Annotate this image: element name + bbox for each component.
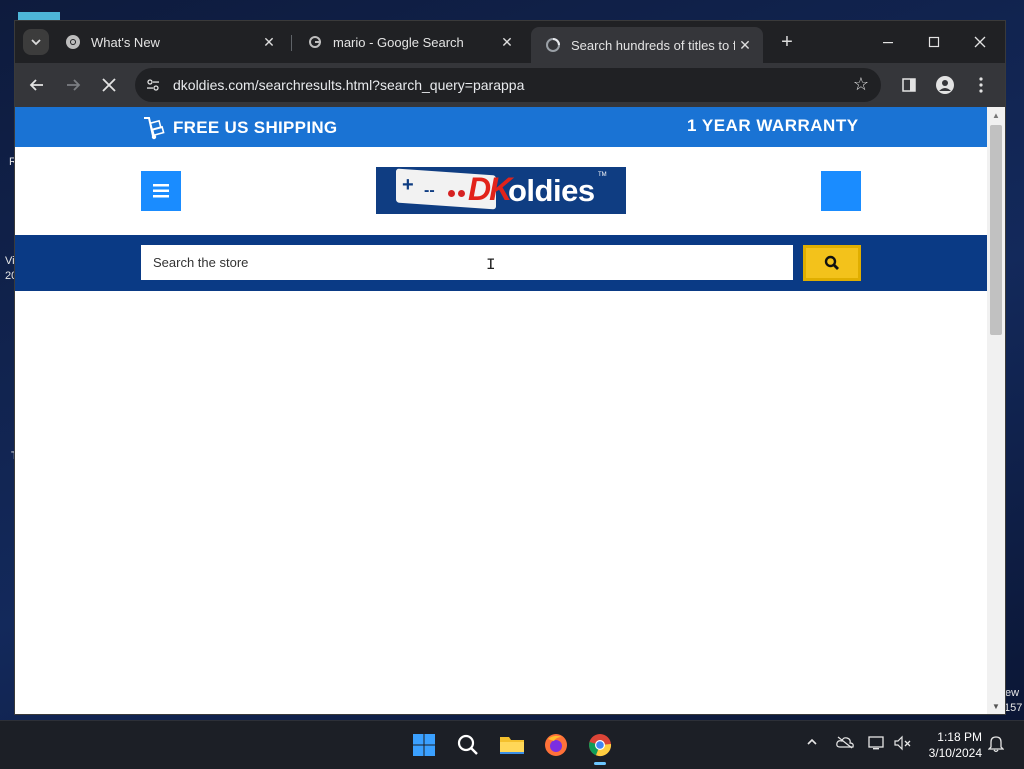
tab-whats-new[interactable]: What's New ✕ [51, 27, 287, 57]
logo-oldies: oldies [508, 173, 595, 208]
dkoldies-logo[interactable]: + -- DK oldies TM [376, 167, 626, 214]
tab-separator [291, 35, 292, 51]
chevron-up-icon[interactable] [806, 735, 818, 751]
free-shipping-text: FREE US SHIPPING [173, 118, 338, 137]
windows-start-icon[interactable] [407, 728, 441, 762]
profile-icon [936, 76, 954, 94]
tab-google-search[interactable]: mario - Google Search ✕ [293, 27, 525, 57]
address-bar[interactable]: dkoldies.com/searchresults.html?search_q… [135, 68, 881, 102]
close-icon [102, 78, 116, 92]
tab-search-button[interactable] [23, 29, 49, 55]
browser-toolbar: dkoldies.com/searchresults.html?search_q… [15, 63, 1005, 107]
free-shipping-banner: FREE US SHIPPING [141, 116, 337, 140]
clock-time: 1:18 PM [937, 730, 982, 744]
clock-date: 3/10/2024 [928, 746, 982, 760]
tab-strip: What's New ✕ mario - Google Search ✕ Sea… [15, 21, 1005, 63]
side-panel-button[interactable] [897, 73, 921, 97]
new-tab-button[interactable]: + [775, 31, 799, 54]
firefox-icon[interactable] [539, 728, 573, 762]
scrollbar-thumb[interactable] [990, 125, 1002, 335]
side-panel-icon [902, 78, 916, 92]
minimize-icon [883, 42, 893, 44]
more-vertical-icon [979, 77, 983, 93]
search-button[interactable] [803, 245, 861, 281]
warranty-text: 1 YEAR WARRANTY [687, 116, 859, 135]
logo-dk: DK [468, 171, 512, 207]
site-header: + -- DK oldies TM [15, 147, 987, 235]
desktop-label-fragment: ew [1005, 687, 1020, 699]
browser-window: What's New ✕ mario - Google Search ✕ Sea… [14, 20, 1006, 715]
arrow-left-icon [29, 79, 43, 91]
cart-button[interactable] [821, 171, 861, 211]
scroll-down-icon[interactable]: ▼ [992, 702, 1000, 711]
network-icon[interactable] [868, 735, 886, 754]
taskbar: 1:18 PM 3/10/2024 [0, 720, 1024, 769]
file-explorer-icon[interactable] [495, 728, 529, 762]
promo-bar: FREE US SHIPPING 1 YEAR WARRANTY [15, 107, 987, 147]
chrome-icon[interactable] [583, 728, 617, 765]
hamburger-icon [153, 184, 169, 198]
search-icon [824, 255, 839, 270]
logo-trademark: TM [598, 172, 607, 178]
menu-button[interactable] [141, 171, 181, 211]
search-bar [15, 235, 987, 291]
tab-title: mario - Google Search [333, 34, 464, 50]
stop-loading-button[interactable] [95, 71, 123, 99]
tab-title: What's New [91, 34, 160, 50]
browser-menu-button[interactable] [969, 73, 993, 97]
desktop-icon-fragment[interactable] [18, 12, 60, 20]
arrow-right-icon [67, 79, 81, 91]
profile-button[interactable] [933, 73, 957, 97]
close-icon[interactable]: ✕ [735, 37, 755, 54]
desktop-label-fragment: 157 [1004, 702, 1023, 714]
bookmark-star-icon[interactable]: ☆ [853, 74, 869, 95]
close-icon[interactable]: ✕ [497, 34, 517, 51]
maximize-button[interactable] [911, 29, 957, 55]
logo-dashes: -- [424, 182, 435, 199]
search-input[interactable] [141, 245, 793, 280]
chevron-down-icon [31, 39, 41, 46]
close-window-button[interactable] [957, 29, 1003, 55]
tab-title: Search hundreds of titles to find [571, 37, 735, 53]
tab-dkoldies-search[interactable]: Search hundreds of titles to find ✕ [531, 27, 763, 63]
google-icon [307, 34, 323, 50]
text-cursor-icon: I [486, 256, 496, 274]
close-icon[interactable]: ✕ [259, 34, 279, 51]
logo-plus: + [402, 174, 414, 196]
back-button[interactable] [23, 71, 51, 99]
minimize-button[interactable] [865, 29, 911, 55]
chrome-icon [65, 34, 81, 50]
volume-muted-icon[interactable] [894, 735, 912, 754]
system-clock[interactable]: 1:18 PM 3/10/2024 [920, 729, 982, 761]
site-info-icon[interactable] [145, 77, 161, 93]
scroll-up-icon[interactable]: ▲ [992, 111, 1000, 120]
page-viewport: FREE US SHIPPING 1 YEAR WARRANTY + -- DK… [15, 107, 987, 714]
forward-button[interactable] [59, 71, 87, 99]
maximize-icon [928, 36, 940, 48]
url-text: dkoldies.com/searchresults.html?search_q… [173, 77, 525, 93]
loading-globe-icon [545, 37, 561, 53]
search-icon[interactable] [451, 728, 485, 762]
page-scrollbar[interactable]: ▲ ▼ [987, 107, 1005, 714]
hand-truck-icon [144, 117, 165, 140]
logo-buttons [448, 184, 468, 202]
onedrive-icon[interactable] [836, 735, 854, 752]
notification-bell-icon[interactable] [987, 735, 1005, 756]
close-icon [974, 36, 986, 48]
